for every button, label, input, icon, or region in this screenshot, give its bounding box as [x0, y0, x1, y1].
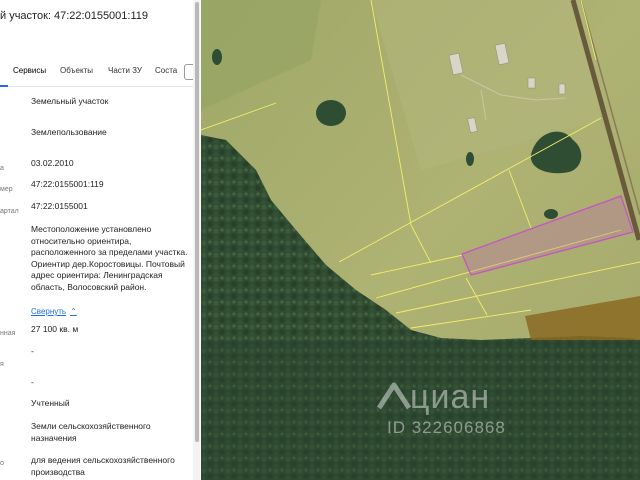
field-type: Земельный участок	[31, 96, 109, 106]
field-status: Учтенный	[31, 398, 70, 408]
pond	[316, 100, 346, 126]
field-label: нная	[0, 330, 16, 337]
pond	[212, 49, 222, 65]
tab-composition[interactable]: Соста	[155, 66, 177, 75]
tab-services[interactable]: Сервисы	[13, 66, 46, 75]
watermark-id: ID 322606868	[387, 418, 506, 437]
tab-active-indicator	[0, 85, 8, 87]
tab-bar: Сервисы Объекты Части ЗУ Соста	[0, 60, 193, 87]
field-cost: -	[31, 346, 34, 356]
field-date: 03.02.2010	[31, 158, 74, 168]
collapse-label: Свернуть	[31, 307, 67, 316]
tab-objects[interactable]: Объекты	[60, 66, 93, 75]
pond	[544, 209, 558, 219]
field-label: о	[0, 460, 4, 467]
field-address: Местоположение установлено относительно …	[31, 224, 188, 292]
field-area: 27 100 кв. м	[31, 324, 79, 334]
panel-title: й участок: 47:22:0155001:119	[0, 10, 149, 22]
field-label: артал	[0, 208, 19, 215]
chevron-up-icon: ⌃	[70, 307, 77, 316]
watermark-brand: циан	[410, 378, 491, 416]
panel-scrollbar-thumb[interactable]	[195, 2, 199, 442]
field-cost-date: -	[31, 377, 34, 387]
collapse-link[interactable]: Свернуть ⌃	[31, 307, 77, 316]
field-cadastral-number: 47:22:0155001:119	[31, 179, 104, 189]
field-label: а	[0, 165, 4, 172]
info-panel: й участок: 47:22:0155001:119 Сервисы Объ…	[0, 0, 194, 480]
pond	[466, 152, 474, 166]
field-category: Земли сельскохозяйственного назначения	[31, 421, 151, 443]
field-label: я	[0, 361, 4, 368]
field-quarter: 47:22:0155001	[31, 201, 88, 211]
tab-parts[interactable]: Части ЗУ	[108, 66, 142, 75]
field-permitted-use: для ведения сельскохозяйственного произв…	[31, 455, 175, 477]
field-label: мер	[0, 186, 13, 193]
field-subtype: Землепользование	[31, 127, 107, 137]
tab-scroll-button[interactable]	[184, 64, 193, 80]
satellite-map[interactable]: циан ID 322606868	[201, 0, 640, 480]
